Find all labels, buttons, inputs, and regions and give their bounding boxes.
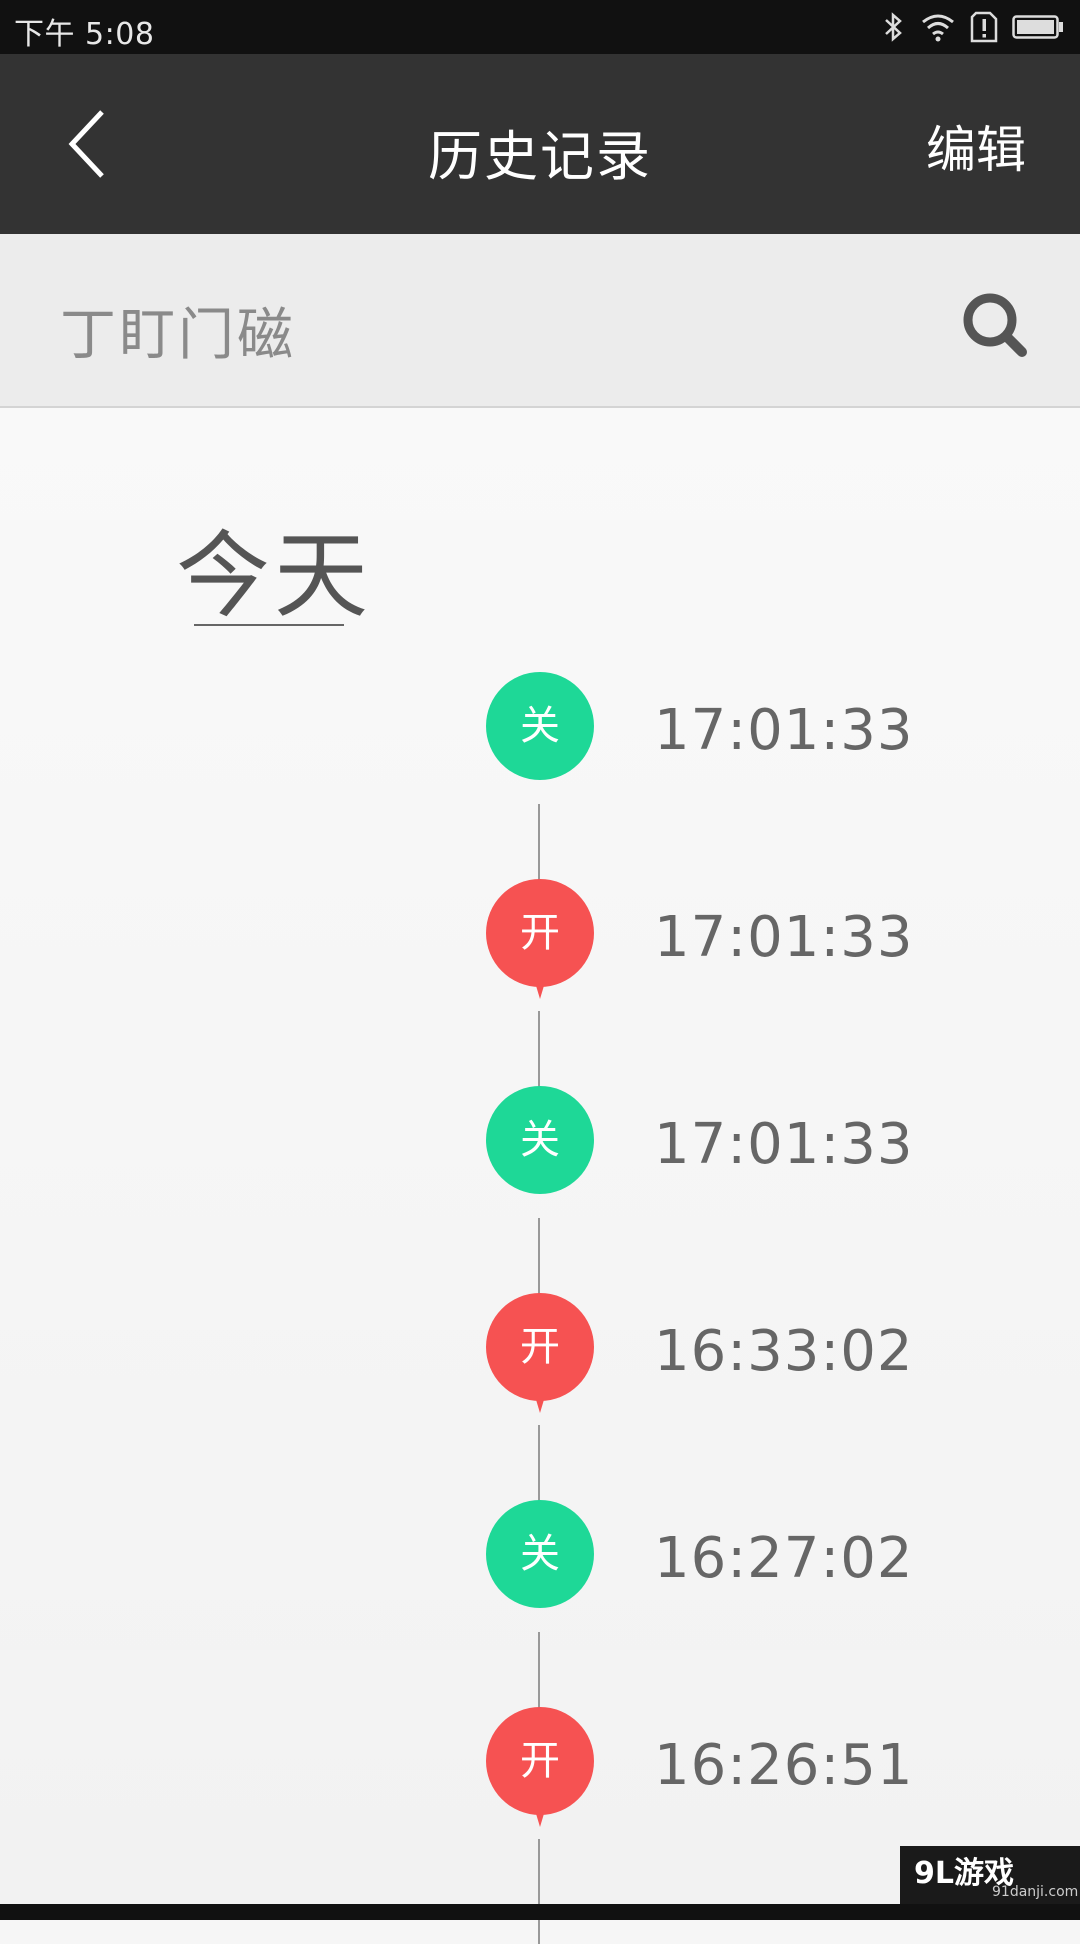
status-icons — [882, 10, 1064, 44]
watermark-logo: 9L游戏 91danji.com — [900, 1846, 1080, 1904]
page-title: 历史记录 — [0, 112, 1080, 191]
open-status-marker[interactable]: 开 — [486, 879, 594, 987]
status-label: 开 — [486, 1707, 594, 1815]
status-label: 关 — [486, 1500, 594, 1608]
history-content: 今天 关 17:01:33 开 17:01:33 关 17:01:33 开 16:33:02 关… — [0, 408, 1080, 1920]
status-label: 关 — [486, 672, 594, 780]
status-label: 开 — [486, 879, 594, 987]
record-time: 16:27:02 — [654, 1526, 914, 1591]
watermark-url: 91danji.com — [992, 1884, 1078, 1900]
pin-tail — [534, 1393, 546, 1413]
record-time: 17:01:33 — [654, 698, 914, 763]
status-time: 下午 5:08 — [14, 9, 154, 53]
app-bar: 历史记录 编辑 — [0, 54, 1080, 234]
status-bar: 下午 5:08 — [0, 0, 1080, 54]
close-status-marker[interactable]: 关 — [486, 1086, 594, 1194]
status-label: 开 — [486, 1293, 594, 1401]
record-time: 16:33:02 — [654, 1319, 914, 1384]
edit-button[interactable]: 编辑 — [926, 110, 1026, 182]
search-input[interactable]: 丁盯门磁 — [60, 290, 296, 371]
status-label: 关 — [486, 1086, 594, 1194]
open-status-marker[interactable]: 开 — [486, 1707, 594, 1815]
search-icon[interactable] — [960, 290, 1030, 360]
battery-icon — [1012, 14, 1064, 40]
record-time: 17:01:33 — [654, 1112, 914, 1177]
bottom-strip — [0, 1904, 1080, 1920]
day-label: 今天 — [176, 500, 372, 636]
wifi-icon — [920, 12, 956, 42]
pin-tail — [534, 1807, 546, 1827]
search-bar[interactable]: 丁盯门磁 — [0, 234, 1080, 408]
close-status-marker[interactable]: 关 — [486, 672, 594, 780]
pin-tail — [534, 979, 546, 999]
day-underline — [194, 624, 344, 626]
open-status-marker[interactable]: 开 — [486, 1293, 594, 1401]
record-time: 16:26:51 — [654, 1733, 914, 1798]
alert-sim-icon — [970, 11, 998, 43]
close-status-marker[interactable]: 关 — [486, 1500, 594, 1608]
timeline-connector — [538, 1839, 540, 1944]
bluetooth-icon — [882, 11, 906, 43]
record-time: 17:01:33 — [654, 905, 914, 970]
